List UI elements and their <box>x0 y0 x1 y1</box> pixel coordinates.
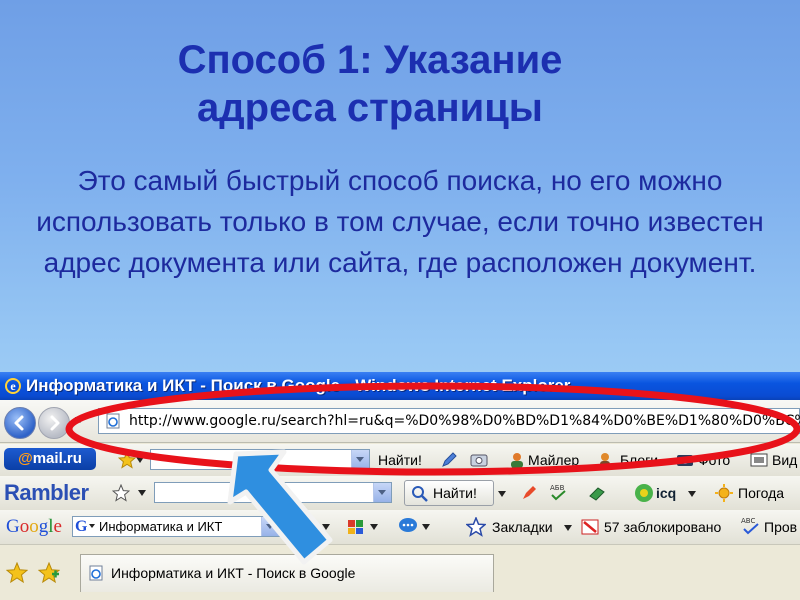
chevron-down-icon[interactable] <box>136 457 144 463</box>
popup-blocker-icon[interactable] <box>580 517 600 537</box>
address-url[interactable]: http://www.google.ru/search?hl=ru&q=%D0%… <box>129 409 800 433</box>
pencil-icon[interactable] <box>440 451 458 469</box>
puzzle-icon[interactable] <box>346 516 366 536</box>
blogs-icon[interactable] <box>596 451 614 469</box>
arrow-left-icon <box>14 415 24 431</box>
svg-text:ABC: ABC <box>741 517 755 525</box>
mailru-search-input[interactable] <box>150 449 370 470</box>
add-favorites-icon[interactable] <box>38 562 60 584</box>
google-g-icon: G <box>75 518 88 535</box>
chevron-down-icon[interactable] <box>564 525 572 531</box>
tab-label: Информатика и ИКТ - Поиск в Google <box>111 565 356 581</box>
google-search-value: Информатика и ИКТ <box>99 519 223 534</box>
weather-label[interactable]: Погода <box>738 477 784 509</box>
forward-button[interactable] <box>38 407 70 439</box>
window-title: Информатика и ИКТ - Поиск в Google - Win… <box>26 376 571 395</box>
rambler-search-input[interactable] <box>154 482 392 503</box>
mailru-item-photo[interactable]: Фото <box>698 444 730 476</box>
sun-icon[interactable] <box>714 483 734 503</box>
ie-browser-screenshot: e Информатика и ИКТ - Поиск в Google - W… <box>0 372 800 600</box>
browser-tab[interactable]: Информатика и ИКТ - Поиск в Google <box>80 554 494 592</box>
video-icon[interactable] <box>750 451 768 469</box>
chevron-down-icon[interactable] <box>138 490 146 496</box>
tabs-row: Информатика и ИКТ - Поиск в Google <box>0 546 800 600</box>
chevron-down-icon[interactable] <box>422 524 430 530</box>
slide-body-text: Это самый быстрый способ поиска, но его … <box>36 165 764 278</box>
star-icon[interactable] <box>118 451 136 469</box>
history-dropdown-icon[interactable] <box>74 415 86 425</box>
bookmark-star-icon[interactable] <box>466 517 486 537</box>
svg-text:e: e <box>10 379 16 393</box>
icq-flower-icon[interactable] <box>634 483 654 503</box>
rambler-logo[interactable]: Rambler <box>4 478 89 508</box>
slide-title-line1: Способ 1: Указание <box>177 38 563 82</box>
highlighter-icon[interactable] <box>520 484 538 502</box>
icq-label[interactable]: icq <box>656 477 676 509</box>
book-icon[interactable] <box>588 484 606 502</box>
ie-page-icon <box>89 565 103 581</box>
photo-camera-icon[interactable] <box>470 451 488 469</box>
slide-title: Способ 1: Указание адреса страницы <box>90 36 650 132</box>
popups-blocked-label[interactable]: 57 заблокировано <box>604 511 721 543</box>
favorites-star-icon[interactable] <box>6 562 28 584</box>
rambler-toolbar: Rambler Найти! АБВ icq Погода <box>0 476 800 511</box>
back-button[interactable] <box>4 407 36 439</box>
chat-bubble-icon[interactable] <box>398 517 418 535</box>
chevron-down-icon <box>89 524 95 528</box>
spellcheck-icon[interactable]: АБВ <box>548 482 568 502</box>
mailru-toolbar: @mail.ru Найти! Майлер Блоги Фото Вид <box>0 444 800 477</box>
chevron-down-icon[interactable] <box>498 491 506 497</box>
ie-logo-icon: e <box>5 378 21 394</box>
chevron-down-icon[interactable] <box>370 524 378 530</box>
rambler-find-button[interactable]: Найти! <box>404 480 494 506</box>
ie-titlebar: e Информатика и ИКТ - Поиск в Google - W… <box>0 372 800 400</box>
camera-icon[interactable] <box>676 451 694 469</box>
spellcheck-label[interactable]: Пров <box>764 511 797 543</box>
chevron-down-icon[interactable] <box>322 524 330 530</box>
mailer-icon[interactable] <box>508 451 526 469</box>
mailru-item-mailer[interactable]: Майлер <box>528 444 579 476</box>
rambler-find-label: Найти! <box>433 485 477 501</box>
mailru-logo[interactable]: @mail.ru <box>4 448 96 470</box>
bookmarks-button[interactable]: Закладки <box>492 511 553 543</box>
spellcheck-icon[interactable]: ABC <box>740 515 762 537</box>
star-outline-icon[interactable] <box>112 484 130 502</box>
arrow-right-icon <box>50 415 60 431</box>
mailru-item-blogs[interactable]: Блоги <box>620 444 658 476</box>
google-search-input[interactable]: G Информатика и ИКТ <box>72 516 280 537</box>
google-logo[interactable]: Google <box>6 512 62 542</box>
magnifier-icon <box>412 486 428 502</box>
svg-text:АБВ: АБВ <box>550 484 565 492</box>
navigation-bar: http://www.google.ru/search?hl=ru&q=%D0%… <box>0 400 800 443</box>
chevron-down-icon[interactable] <box>688 491 696 497</box>
slide-title-line2: адреса страницы <box>197 86 543 130</box>
google-toolbar: Google G Информатика и ИКТ Закладки 57 з… <box>0 510 800 545</box>
address-bar[interactable]: http://www.google.ru/search?hl=ru&q=%D0%… <box>98 408 800 434</box>
mailru-item-video[interactable]: Вид <box>772 444 797 476</box>
mailru-find-button[interactable]: Найти! <box>378 444 422 476</box>
ie-page-icon <box>106 413 120 429</box>
